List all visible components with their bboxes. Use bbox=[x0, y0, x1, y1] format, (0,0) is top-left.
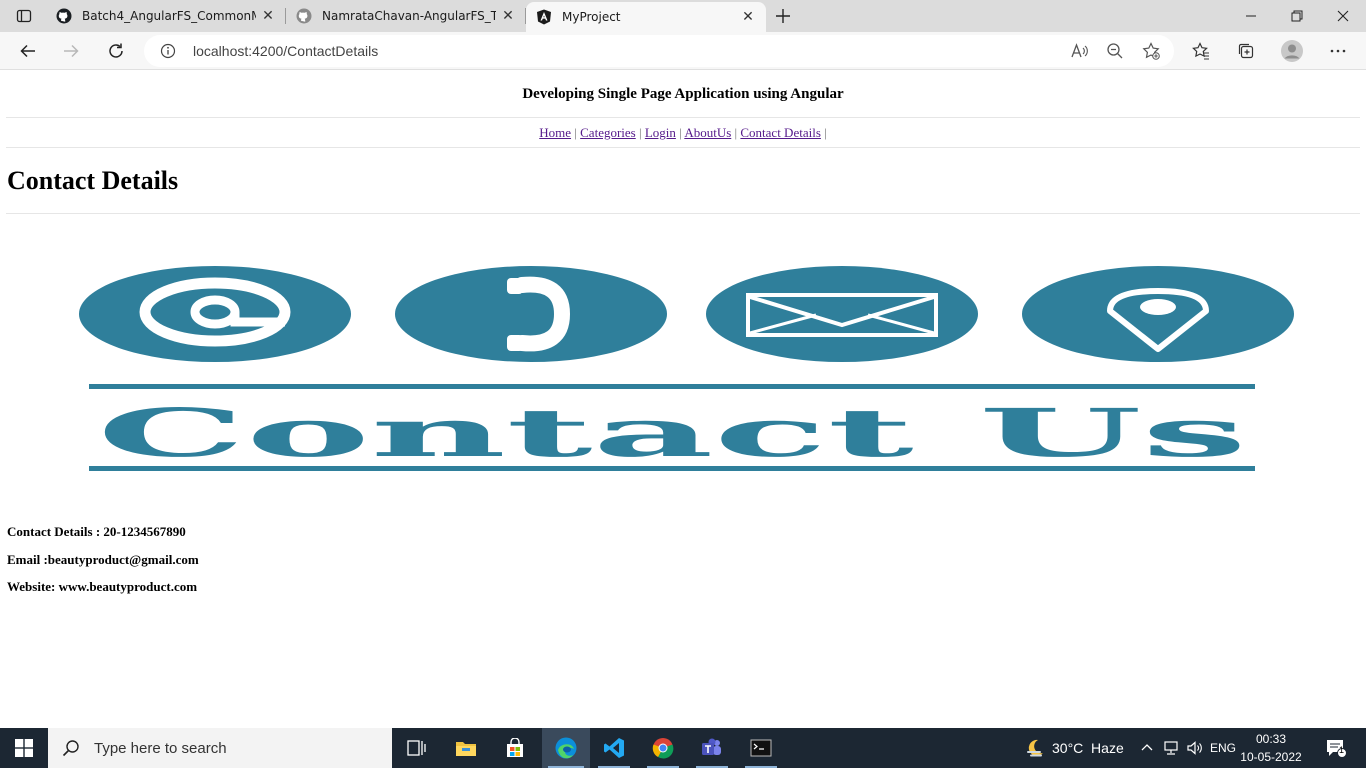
taskbar-clock[interactable]: 00:33 10-05-2022 bbox=[1236, 730, 1306, 766]
read-aloud-icon[interactable] bbox=[1069, 41, 1089, 61]
github-icon bbox=[56, 8, 72, 24]
browser-tab-strip: Batch4_AngularFS_CommonModule ✕ NamrataC… bbox=[0, 0, 1366, 32]
site-info-icon[interactable] bbox=[160, 43, 176, 59]
show-hidden-icons-icon[interactable] bbox=[1138, 728, 1156, 768]
divider bbox=[6, 117, 1360, 118]
favorites-icon[interactable] bbox=[1186, 36, 1216, 66]
tab-2-title: NamrataChavan-AngularFS_Training bbox=[322, 9, 496, 23]
main-nav: Home | Categories | Login | AboutUs | Co… bbox=[0, 125, 1366, 141]
tab-3-active[interactable]: MyProject ✕ bbox=[526, 2, 766, 32]
phone-icon bbox=[395, 266, 667, 362]
refresh-icon[interactable] bbox=[101, 36, 131, 66]
tab-2-close-icon[interactable]: ✕ bbox=[496, 4, 520, 28]
zoom-out-icon[interactable] bbox=[1105, 41, 1125, 61]
network-icon[interactable] bbox=[1160, 728, 1182, 768]
github-icon bbox=[296, 8, 312, 24]
notification-center-icon[interactable]: 1 bbox=[1318, 728, 1354, 768]
envelope-icon bbox=[706, 266, 978, 362]
profile-avatar-icon[interactable] bbox=[1277, 36, 1307, 66]
weather-text: 30°C Haze bbox=[1052, 740, 1124, 756]
back-icon[interactable] bbox=[13, 36, 43, 66]
tab-3-title: MyProject bbox=[562, 10, 621, 24]
at-sign-icon bbox=[79, 266, 351, 362]
nav-separator: | bbox=[638, 125, 642, 140]
more-options-icon[interactable] bbox=[1323, 36, 1353, 66]
page-heading: Contact Details bbox=[7, 166, 179, 195]
contact-website-text: Website: www.beautyproduct.com bbox=[7, 579, 198, 594]
browser-toolbar: localhost:4200/ContactDetails bbox=[0, 32, 1366, 70]
nav-separator: | bbox=[574, 125, 577, 140]
nav-categories-link[interactable]: Categories bbox=[580, 125, 636, 140]
edge-icon[interactable] bbox=[542, 728, 590, 768]
nav-login-link[interactable]: Login bbox=[645, 125, 676, 140]
nav-home-link[interactable]: Home bbox=[539, 125, 571, 140]
task-view-icon[interactable] bbox=[395, 728, 439, 768]
angular-icon bbox=[536, 9, 552, 25]
terminal-icon[interactable] bbox=[739, 728, 783, 768]
file-explorer-icon[interactable] bbox=[444, 728, 488, 768]
contact-us-banner: Contact Us bbox=[74, 259, 1300, 479]
tab-2[interactable]: NamrataChavan-AngularFS_Training ✕ bbox=[286, 0, 526, 32]
collections-icon[interactable] bbox=[1231, 36, 1261, 66]
site-title: Developing Single Page Application using… bbox=[522, 86, 844, 102]
language-indicator[interactable]: ENG bbox=[1208, 728, 1238, 768]
windows-taskbar: Type here to search 30°C Haze ENG 00:33 … bbox=[0, 728, 1366, 768]
tab-actions-icon[interactable] bbox=[10, 6, 38, 26]
minimize-icon[interactable] bbox=[1228, 0, 1274, 32]
windows-start-icon[interactable] bbox=[0, 728, 48, 768]
language-text: ENG bbox=[1209, 741, 1236, 755]
taskbar-search-box[interactable]: Type here to search bbox=[48, 728, 392, 768]
tab-1-title: Batch4_AngularFS_CommonModule bbox=[82, 9, 256, 23]
clock-date: 10-05-2022 bbox=[1240, 750, 1302, 764]
weather-moon-icon[interactable] bbox=[1020, 728, 1050, 768]
tab-1[interactable]: Batch4_AngularFS_CommonModule ✕ bbox=[46, 0, 286, 32]
nav-separator: | bbox=[824, 125, 827, 140]
location-pin-icon bbox=[1022, 266, 1294, 362]
tab-1-close-icon[interactable]: ✕ bbox=[256, 4, 280, 28]
nav-contact-details-link[interactable]: Contact Details bbox=[740, 125, 821, 140]
restore-icon[interactable] bbox=[1274, 0, 1320, 32]
contact-phone-text: Contact Details : 20-1234567890 bbox=[7, 524, 186, 539]
tab-3-close-icon[interactable]: ✕ bbox=[736, 5, 760, 29]
divider bbox=[6, 213, 1360, 214]
add-favorite-icon[interactable] bbox=[1141, 41, 1161, 61]
new-tab-icon[interactable] bbox=[770, 4, 796, 28]
volume-icon[interactable] bbox=[1184, 728, 1206, 768]
address-bar[interactable]: localhost:4200/ContactDetails bbox=[144, 35, 1174, 67]
search-icon bbox=[62, 739, 80, 757]
nav-separator: | bbox=[734, 125, 738, 140]
url-text[interactable]: localhost:4200/ContactDetails bbox=[193, 43, 378, 59]
banner-text: Contact Us bbox=[97, 394, 1247, 472]
nav-separator: | bbox=[679, 125, 682, 140]
teams-icon[interactable] bbox=[690, 728, 734, 768]
close-window-icon[interactable] bbox=[1320, 0, 1366, 32]
contact-email-text: Email :beautyproduct@gmail.com bbox=[7, 552, 199, 567]
weather-widget[interactable]: 30°C Haze bbox=[1052, 728, 1132, 768]
clock-time: 00:33 bbox=[1255, 732, 1287, 746]
forward-icon[interactable] bbox=[56, 36, 86, 66]
divider bbox=[6, 147, 1360, 148]
page-content: Developing Single Page Application using… bbox=[0, 71, 1366, 728]
vscode-icon[interactable] bbox=[592, 728, 636, 768]
notification-count: 1 bbox=[1339, 745, 1345, 755]
nav-aboutus-link[interactable]: AboutUs bbox=[684, 125, 731, 140]
search-placeholder: Type here to search bbox=[94, 739, 227, 757]
chrome-icon[interactable] bbox=[641, 728, 685, 768]
store-icon[interactable] bbox=[493, 728, 537, 768]
